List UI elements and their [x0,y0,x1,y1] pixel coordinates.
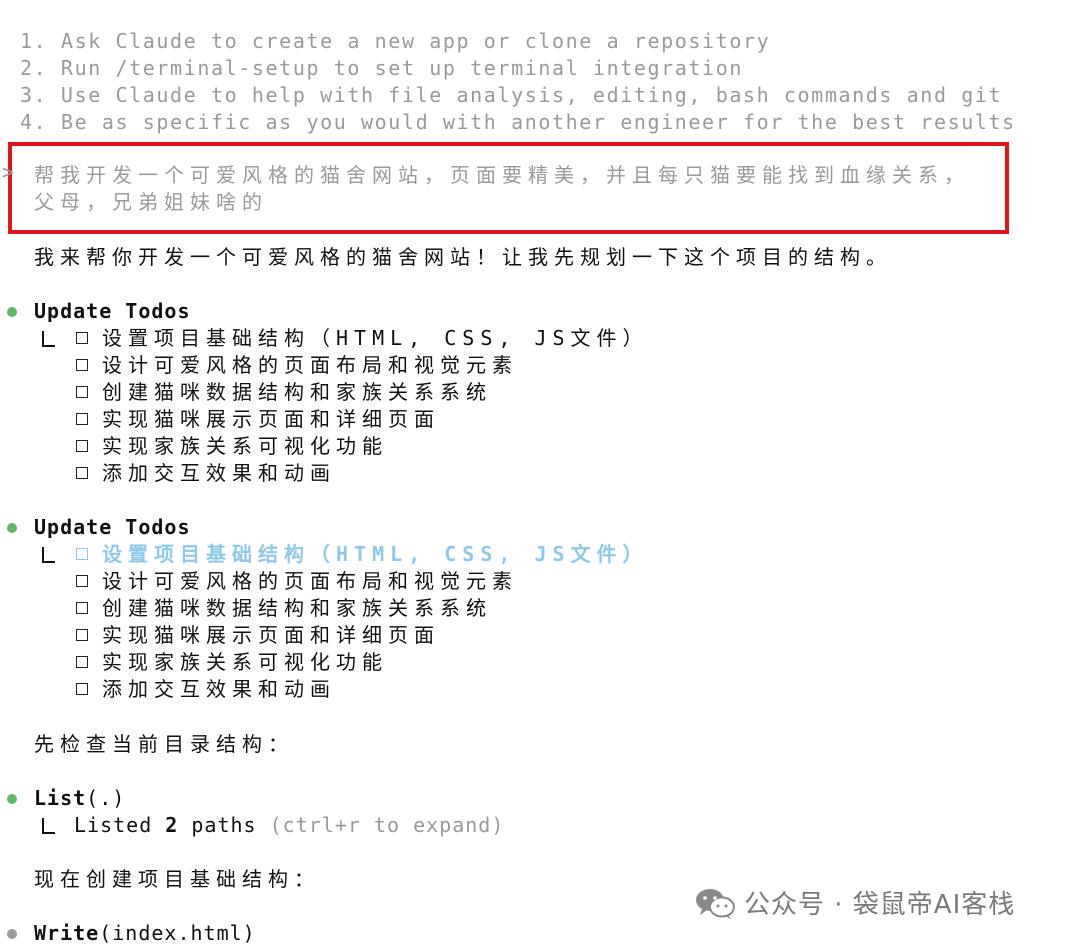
checkbox-icon [76,547,88,560]
todo-item: 创建猫咪数据结构和家族关系系统 [76,595,492,622]
tree-branch-icon [42,331,55,347]
checkbox-icon [76,385,88,398]
tip-line-3: 3. Use Claude to help with file analysis… [20,83,1003,107]
todo-item: 添加交互效果和动画 [76,676,336,703]
prompt-chevron: > [2,160,15,184]
checkbox-icon [76,601,88,614]
watermark: 公众号 · 袋鼠帝AI客栈 [694,884,1015,921]
todo-item-active: 设置项目基础结构（HTML, CSS, JS文件） [76,541,649,568]
list-tool-name: List [34,786,87,810]
write-tool-name: Write [34,921,100,945]
list-tool-call: List(.) [34,785,125,812]
todo-item: 设计可爱风格的页面布局和视觉元素 [76,568,518,595]
checkbox-icon [76,682,88,695]
expand-hint: (ctrl+r to expand) [269,813,505,837]
checkbox-icon [76,655,88,668]
prompt-line-2[interactable]: 父母，兄弟姐妹啥的 [34,189,268,216]
todo-item: 实现猫咪展示页面和详细页面 [76,622,440,649]
checkbox-icon [76,628,88,641]
write-tool-arg: (index.html) [99,921,256,945]
tree-branch-icon [42,818,55,834]
todo-block-1-title: Update Todos [34,299,191,323]
list-tool-arg: (.) [86,786,126,810]
tip-line-1: 1. Ask Claude to create a new app or clo… [20,29,771,53]
checkbox-icon [76,358,88,371]
todo-item: 设置项目基础结构（HTML, CSS, JS文件） [76,325,649,352]
tip-line-4: 4. Be as specific as you would with anot… [20,110,1016,134]
create-text: 现在创建项目基础结构： [34,867,320,891]
todo-item: 设计可爱风格的页面布局和视觉元素 [76,352,518,379]
status-dot [7,307,17,317]
checkbox-icon [76,331,88,344]
reply-intro: 我来帮你开发一个可爱风格的猫舍网站！让我先规划一下这个项目的结构。 [34,245,892,269]
status-dot [7,929,17,939]
tip-line-2: 2. Run /terminal-setup to set up termina… [20,56,743,80]
checkbox-icon [76,412,88,425]
todo-item: 实现家族关系可视化功能 [76,433,388,460]
todo-item: 实现家族关系可视化功能 [76,649,388,676]
check-dir-text: 先检查当前目录结构： [34,732,294,756]
status-dot [7,794,17,804]
checkbox-icon [76,439,88,452]
checkbox-icon [76,574,88,587]
watermark-text: 公众号 · 袋鼠帝AI客栈 [744,890,1016,920]
status-dot [7,523,17,533]
todo-block-2-title: Update Todos [34,515,191,539]
todo-item: 创建猫咪数据结构和家族关系系统 [76,379,492,406]
todo-item: 实现猫咪展示页面和详细页面 [76,406,440,433]
list-tool-result[interactable]: Listed 2 paths (ctrl+r to expand) [74,812,504,839]
checkbox-icon [76,466,88,479]
wechat-icon [696,888,735,919]
todo-item: 添加交互效果和动画 [76,460,336,487]
write-tool-call: Write(index.html) [34,920,256,947]
tree-branch-icon [42,547,55,563]
prompt-line-1[interactable]: 帮我开发一个可爱风格的猫舍网站，页面要精美，并且每只猫要能找到血缘关系， [34,162,970,189]
